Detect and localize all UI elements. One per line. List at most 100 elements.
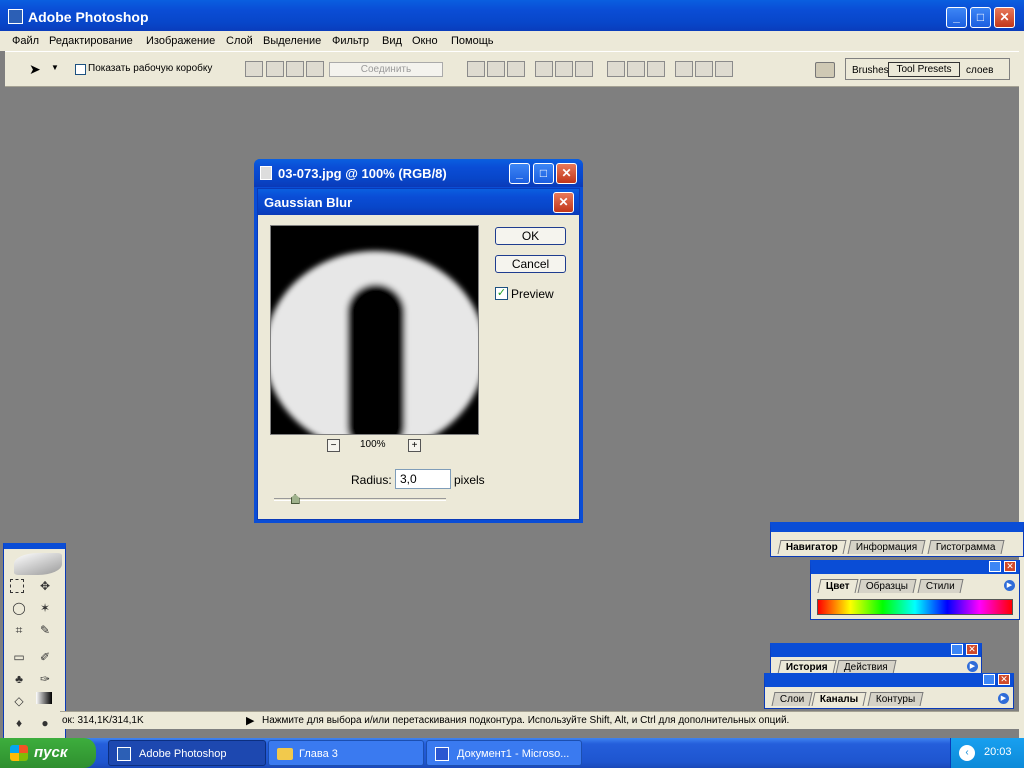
eraser-tool-icon[interactable]: ◇ — [10, 692, 28, 710]
menu-file[interactable]: Файл — [10, 31, 41, 51]
taskbar-item-chapter3[interactable]: Глава 3 — [268, 740, 424, 766]
ok-button[interactable]: OK — [495, 227, 566, 245]
path-subtract-icon[interactable] — [266, 61, 284, 77]
zoom-in-button[interactable]: + — [408, 439, 421, 452]
tab-channels[interactable]: Каналы — [811, 692, 867, 706]
tab-color[interactable]: Цвет — [817, 579, 859, 593]
close-button[interactable]: ✕ — [994, 7, 1015, 28]
color-panel-close-button[interactable]: ✕ — [1004, 561, 1016, 572]
tab-swatches[interactable]: Образцы — [857, 579, 917, 593]
dodge-tool-icon[interactable]: ● — [36, 714, 54, 732]
workspace-right-edge — [1019, 51, 1024, 741]
chevron-down-icon[interactable]: ▼ — [51, 63, 59, 72]
color-panel-minimize-button[interactable] — [989, 561, 1001, 572]
layers-menu-arrow-icon[interactable]: ▶ — [998, 693, 1009, 704]
distribute-left-icon[interactable] — [675, 61, 693, 77]
menu-view[interactable]: Вид — [380, 31, 404, 51]
move-tool-icon[interactable]: ✥ — [36, 577, 54, 595]
cancel-button[interactable]: Cancel — [495, 255, 566, 273]
lasso-tool-icon[interactable]: ◯ — [10, 599, 28, 617]
align-right-icon[interactable] — [575, 61, 593, 77]
distribute-vcenter-icon[interactable] — [627, 61, 645, 77]
brush-tool-icon[interactable]: ✐ — [36, 648, 54, 666]
doc-minimize-button[interactable]: _ — [509, 163, 530, 184]
tab-navigator[interactable]: Навигатор — [777, 540, 847, 554]
distribute-top-icon[interactable] — [607, 61, 625, 77]
doc-size-status[interactable]: ок: 314,1K/314,1K — [62, 715, 144, 726]
tab-paths[interactable]: Контуры — [867, 692, 924, 706]
layers-panel-minimize-button[interactable] — [983, 674, 995, 685]
panel-menu-arrow-icon[interactable]: ▶ — [1004, 580, 1015, 591]
well-tab-brushes[interactable]: Brushes — [852, 65, 890, 76]
slice-tool-icon[interactable]: ✎ — [36, 621, 54, 639]
taskbar-item-photoshop[interactable]: Adobe Photoshop — [108, 740, 266, 766]
windows-logo-icon — [10, 745, 28, 761]
history-panel-minimize-button[interactable] — [951, 644, 963, 655]
tray-expand-icon[interactable]: ‹ — [959, 745, 975, 761]
menu-help[interactable]: Помощь — [449, 31, 496, 51]
menu-filter[interactable]: Фильтр — [330, 31, 371, 51]
menu-edit[interactable]: Редактирование — [47, 31, 135, 51]
doc-close-button[interactable]: ✕ — [556, 163, 577, 184]
magic-wand-tool-icon[interactable]: ✶ — [36, 599, 54, 617]
app-title-bar[interactable]: Adobe Photoshop _ □ ✕ — [0, 0, 1024, 33]
toolbox: ✥ ◯ ✶ ⌗ ✎ ▭ ✐ ♣ ✑ ◇ ♦ ● — [3, 543, 66, 741]
marquee-tool-icon[interactable] — [10, 579, 24, 593]
healing-brush-tool-icon[interactable]: ▭ — [10, 648, 28, 666]
blur-preview[interactable] — [270, 225, 479, 435]
tab-histogram[interactable]: Гистограмма — [927, 540, 1005, 554]
tab-history[interactable]: История — [777, 660, 837, 674]
align-hcenter-icon[interactable] — [555, 61, 573, 77]
preview-checkbox[interactable]: ✓ — [495, 287, 508, 300]
gradient-tool-icon[interactable] — [36, 692, 52, 704]
radius-slider-handle[interactable] — [290, 494, 300, 504]
tab-layers[interactable]: Слои — [771, 692, 813, 706]
tab-actions[interactable]: Действия — [835, 660, 897, 674]
stamp-tool-icon[interactable]: ♣ — [10, 670, 28, 688]
menu-image[interactable]: Изображение — [144, 31, 217, 51]
tab-styles[interactable]: Стили — [917, 579, 964, 593]
history-panel-close-button[interactable]: ✕ — [966, 644, 978, 655]
dialog-close-button[interactable]: ✕ — [553, 192, 574, 213]
doc-maximize-button[interactable]: □ — [533, 163, 554, 184]
path-exclude-icon[interactable] — [306, 61, 324, 77]
radius-input[interactable] — [395, 469, 451, 489]
combine-button[interactable]: Соединить — [329, 62, 443, 77]
blur-tool-icon[interactable]: ♦ — [10, 714, 28, 732]
path-add-icon[interactable] — [245, 61, 263, 77]
menu-select[interactable]: Выделение — [261, 31, 323, 51]
distribute-right-icon[interactable] — [715, 61, 733, 77]
minimize-button[interactable]: _ — [946, 7, 967, 28]
crop-tool-icon[interactable]: ⌗ — [10, 621, 28, 639]
dialog-title-bar[interactable]: Gaussian Blur ✕ — [258, 189, 579, 215]
align-left-icon[interactable] — [535, 61, 553, 77]
arrow-tool-icon[interactable]: ➤ — [29, 61, 41, 78]
menu-layer[interactable]: Слой — [224, 31, 255, 51]
layers-panel-close-button[interactable]: ✕ — [998, 674, 1010, 685]
history-brush-tool-icon[interactable]: ✑ — [36, 670, 54, 688]
distribute-bottom-icon[interactable] — [647, 61, 665, 77]
zoom-out-button[interactable]: − — [327, 439, 340, 452]
bounding-box-checkbox[interactable] — [75, 64, 86, 75]
distribute-hcenter-icon[interactable] — [695, 61, 713, 77]
well-tab-tool-presets[interactable]: Tool Presets — [888, 62, 960, 77]
clock[interactable]: 20:03 — [984, 746, 1012, 758]
align-vcenter-icon[interactable] — [487, 61, 505, 77]
maximize-button[interactable]: □ — [970, 7, 991, 28]
color-panel: ✕ Цвет Образцы Стили ▶ — [810, 560, 1020, 620]
document-title-bar[interactable]: 03-073.jpg @ 100% (RGB/8) _ □ ✕ — [254, 159, 583, 187]
well-tab-layers[interactable]: слоев — [966, 65, 993, 76]
color-spectrum-ramp[interactable] — [817, 599, 1013, 615]
align-top-icon[interactable] — [467, 61, 485, 77]
taskbar-item-word[interactable]: Документ1 - Microso... — [426, 740, 582, 766]
align-bottom-icon[interactable] — [507, 61, 525, 77]
status-hint: Нажмите для выбора и/или перетаскивания … — [262, 715, 790, 726]
start-button[interactable]: пуск — [0, 738, 96, 768]
start-label: пуск — [34, 744, 68, 761]
file-browser-icon[interactable] — [815, 62, 835, 78]
history-menu-arrow-icon[interactable]: ▶ — [967, 661, 978, 672]
tab-info[interactable]: Информация — [847, 540, 926, 554]
menu-window[interactable]: Окно — [410, 31, 440, 51]
path-intersect-icon[interactable] — [286, 61, 304, 77]
radius-slider-track[interactable] — [274, 498, 446, 501]
